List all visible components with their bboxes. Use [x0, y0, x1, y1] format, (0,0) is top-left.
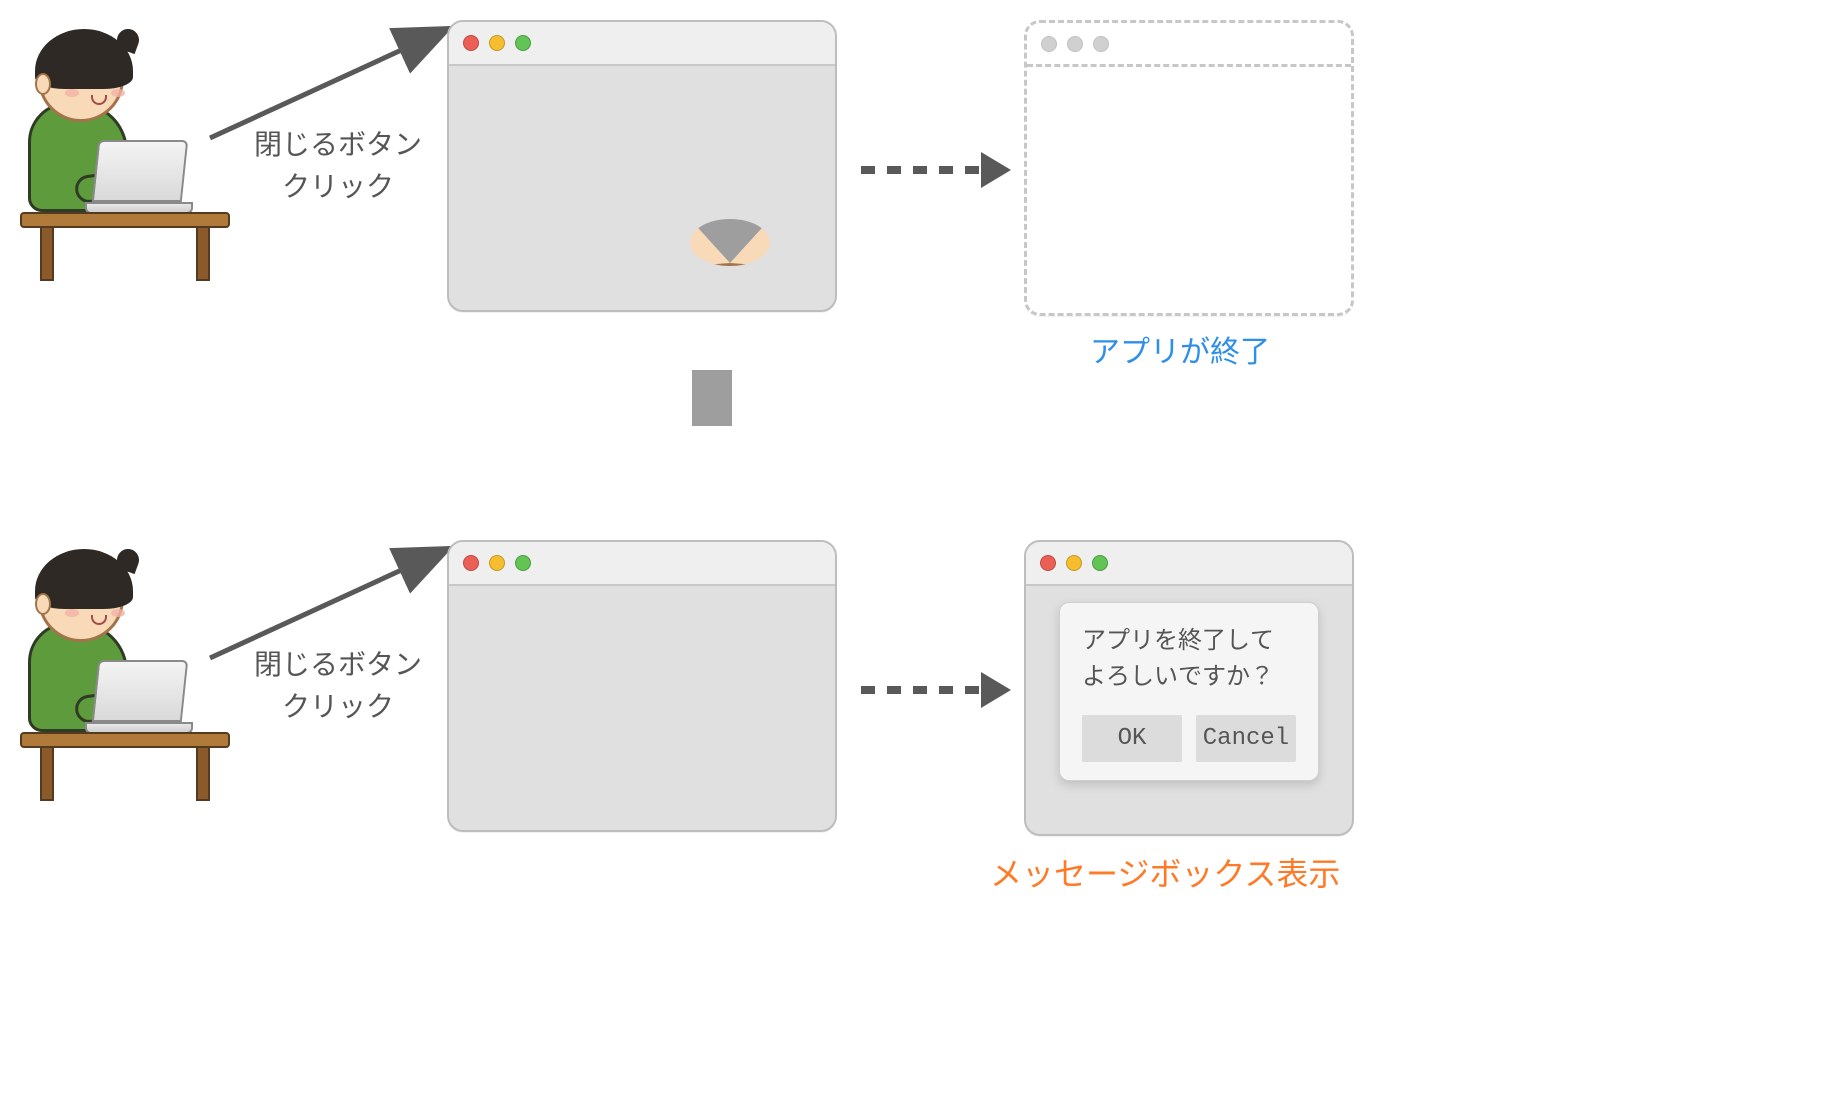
action-label-bottom-line1: 閉じるボタン [254, 649, 422, 680]
result-label-bottom: メッセージボックス表示 [990, 850, 1340, 898]
user-illustration-bottom [20, 552, 230, 802]
close-icon[interactable] [463, 35, 479, 51]
zoom-icon[interactable] [515, 555, 531, 571]
app-window-closed [1024, 20, 1354, 316]
action-label-top-line2: クリック [282, 171, 394, 202]
zoom-icon[interactable] [1092, 555, 1108, 571]
arrow-transition-top [861, 152, 1011, 188]
close-icon[interactable] [463, 555, 479, 571]
titlebar-top [449, 22, 835, 66]
action-label-bottom: 閉じるボタン クリック [238, 644, 438, 728]
titlebar-closed [1027, 23, 1351, 67]
zoom-icon [1093, 36, 1109, 52]
minimize-icon[interactable] [489, 35, 505, 51]
result-label-top: アプリが終了 [1090, 330, 1270, 375]
minimize-icon [1067, 36, 1083, 52]
user-illustration-top [20, 32, 230, 282]
cancel-button[interactable]: Cancel [1196, 715, 1296, 762]
titlebar-dialog [1026, 542, 1352, 586]
titlebar-bottom [449, 542, 835, 586]
confirm-dialog: アプリを終了して よろしいですか？ OK Cancel [1059, 602, 1319, 781]
app-window-bottom [447, 540, 837, 832]
action-label-bottom-line2: クリック [282, 691, 394, 722]
arrow-transition-bottom [861, 672, 1011, 708]
action-label-top: 閉じるボタン クリック [238, 124, 438, 208]
arrow-flow-down [672, 370, 752, 426]
ok-button[interactable]: OK [1082, 715, 1182, 762]
minimize-icon[interactable] [489, 555, 505, 571]
app-window-top [447, 20, 837, 312]
zoom-icon[interactable] [515, 35, 531, 51]
close-icon [1041, 36, 1057, 52]
close-icon[interactable] [1040, 555, 1056, 571]
diagram-canvas: 閉じるボタン クリック アプリが終了 [0, 0, 1824, 1094]
dialog-message: アプリを終了して よろしいですか？ [1082, 625, 1296, 697]
minimize-icon[interactable] [1066, 555, 1082, 571]
action-label-top-line1: 閉じるボタン [254, 129, 422, 160]
app-window-with-dialog: アプリを終了して よろしいですか？ OK Cancel [1024, 540, 1354, 836]
